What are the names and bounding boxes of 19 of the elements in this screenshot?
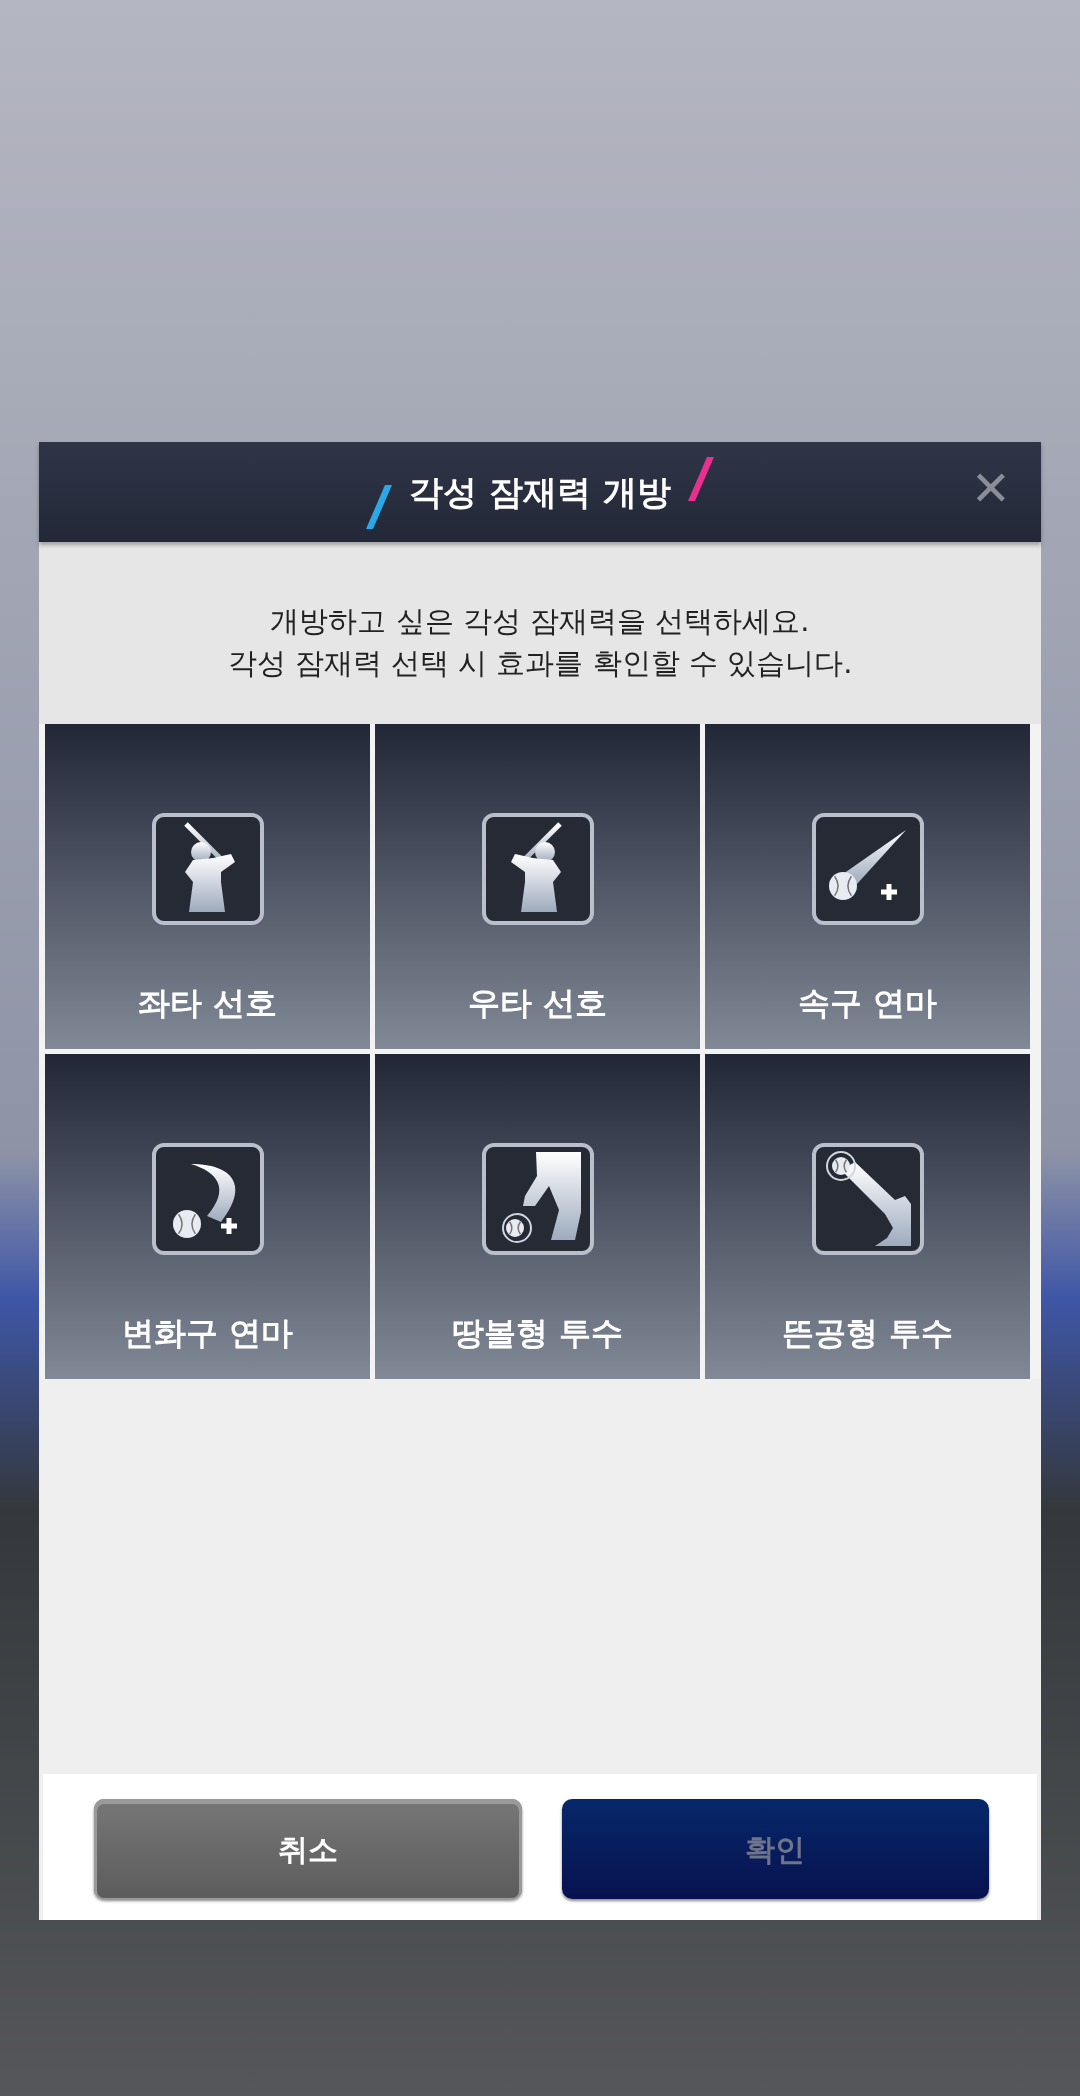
option-tile[interactable]: 우타 선호 [375,724,700,1049]
curveball-icon [150,1142,265,1256]
option-tile[interactable]: 땅볼형 투수 [375,1054,700,1379]
slash-icon [686,457,715,501]
option-tile[interactable]: 변화구 연마 [45,1054,370,1379]
option-tile[interactable]: 뜬공형 투수 [705,1054,1030,1379]
option-tile[interactable]: 좌타 선호 [45,724,370,1049]
fastball-icon [810,812,925,926]
pitcher-icon [810,1142,925,1256]
batter-icon [150,812,265,926]
pitcher-icon [480,1142,595,1256]
batter-icon [480,812,595,926]
slash-icon [365,485,394,529]
message-text: 개방하고 싶은 각성 잠재력을 선택하세요. [269,603,811,640]
close-button[interactable]: ✕ [970,464,1011,512]
dialog-title: 각성 잠재력 개방 [409,470,671,514]
cancel-button[interactable]: 취소 [94,1799,522,1899]
option-tile[interactable]: 속구 연마 [705,724,1030,1049]
message-text: 각성 잠재력 선택 시 효과를 확인할 수 있습니다. [226,645,854,682]
